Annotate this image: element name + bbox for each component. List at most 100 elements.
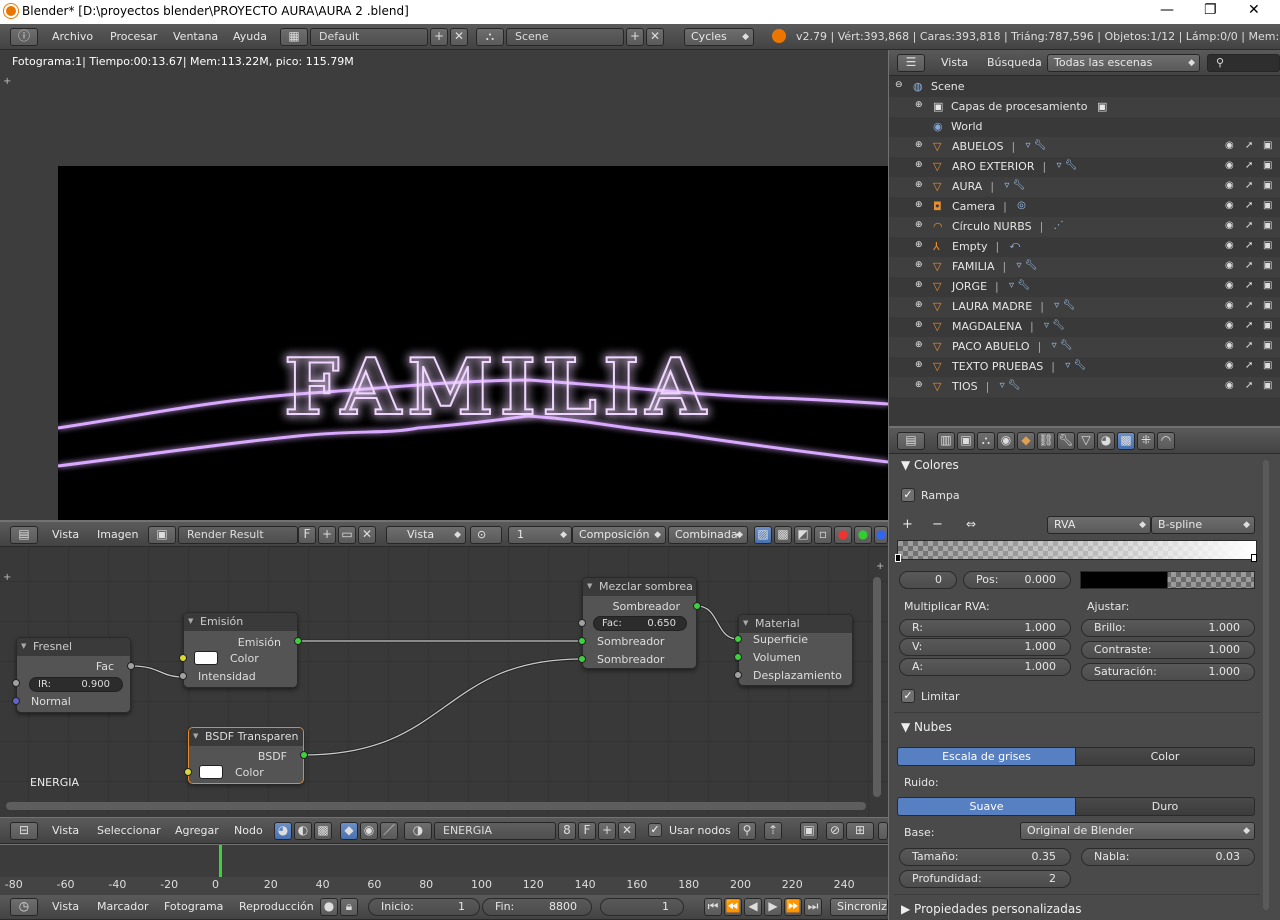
expand-icon[interactable]: ⊕ — [915, 200, 923, 210]
material-browse-icon[interactable]: ◑ — [404, 822, 432, 840]
red-channel-icon[interactable]: ● — [834, 526, 852, 544]
fresnel-fac-socket[interactable] — [127, 662, 135, 670]
mesh-data-modifier-icon[interactable]: ▿ 🔧︎ — [1044, 320, 1065, 331]
mix-input-2-socket[interactable] — [578, 655, 586, 663]
cursor-icon[interactable]: ➚ — [1245, 380, 1253, 391]
mesh-data-modifier-icon[interactable]: ▿ 🔧︎ — [1052, 340, 1073, 351]
alpha-icon[interactable]: ▩ — [774, 526, 792, 544]
mix-input-1-socket[interactable] — [578, 637, 586, 645]
camera-render-icon[interactable]: ▣ — [1263, 260, 1272, 271]
snap-element-icon[interactable]: ⊞ — [846, 822, 874, 840]
eye-icon[interactable]: ◉ — [1225, 240, 1234, 251]
editor-type-image-icon[interactable]: ▤ — [10, 526, 38, 544]
layout-selector[interactable]: Default — [310, 28, 428, 46]
cursor-icon[interactable]: ➚ — [1245, 340, 1253, 351]
editor-type-timeline-icon[interactable]: ◷ — [10, 898, 38, 916]
z-buffer-icon[interactable]: ◩ — [794, 526, 812, 544]
properties-scrollbar[interactable] — [1263, 460, 1269, 910]
new-material-icon[interactable]: + — [598, 822, 616, 840]
remove-scene-icon[interactable]: ✕ — [646, 28, 664, 46]
prev-keyframe-icon[interactable]: ⏪ — [724, 898, 742, 916]
layer-dropdown[interactable]: Composición ◆ — [572, 526, 666, 544]
add-stop-icon[interactable]: + — [902, 517, 913, 532]
linestyle-icon[interactable]: ／ — [380, 822, 398, 840]
color-toggle[interactable]: Color — [1075, 747, 1255, 766]
play-icon[interactable]: ▶ — [764, 898, 782, 916]
camera-render-icon[interactable]: ▣ — [1263, 300, 1272, 311]
close-icon[interactable]: ✕ — [1248, 2, 1260, 18]
noise-basis-dropdown[interactable]: Original de Blender ◆ — [1020, 822, 1255, 840]
cursor-icon[interactable]: ➚ — [1245, 140, 1253, 151]
colores-panel-header[interactable]: ▼ Colores — [901, 458, 959, 472]
outliner-object-row[interactable]: ⊕ ▽ JORGE ◉ ➚ ▣ | ▿ 🔧︎ — [889, 277, 1280, 297]
menu-ayuda[interactable]: Ayuda — [233, 30, 267, 43]
menu-reproduccion[interactable]: Reproducción — [239, 900, 314, 913]
outliner-object-row[interactable]: ⊕ ▽ MAGDALENA ◉ ➚ ▣ | ▿ 🔧︎ — [889, 317, 1280, 337]
alpha-field[interactable]: A: 1.000 — [899, 658, 1071, 676]
camera-render-icon[interactable]: ▣ — [1263, 340, 1272, 351]
camera-render-icon[interactable]: ▣ — [1263, 160, 1272, 171]
camera-render-icon[interactable]: ▣ — [1263, 280, 1272, 291]
transparent-color-socket[interactable] — [184, 768, 192, 776]
image-browse-icon[interactable]: ▣ — [148, 526, 176, 544]
lock-icon[interactable]: 🔒︎ — [340, 898, 358, 916]
stop-index-field[interactable]: 0 — [899, 571, 957, 589]
green-channel-icon[interactable]: ● — [854, 526, 872, 544]
nubes-panel-header[interactable]: ▼ Nubes — [901, 720, 952, 734]
vertical-scrollbar[interactable] — [873, 577, 881, 797]
editor-type-properties-icon[interactable]: ▤ — [897, 432, 925, 450]
menu-ventana[interactable]: Ventana — [173, 30, 218, 43]
new-image-icon[interactable]: + — [318, 526, 336, 544]
data-tab-icon[interactable]: ▽ — [1077, 432, 1095, 450]
scene-tab-icon[interactable]: ⛬ — [977, 432, 995, 450]
material-name-field[interactable]: ENERGIA — [434, 822, 556, 840]
overflow-icon[interactable] — [878, 822, 888, 840]
view-mode-dropdown[interactable]: Vista ◆ — [386, 526, 466, 544]
eye-icon[interactable]: ◉ — [1225, 200, 1234, 211]
editor-type-outliner-icon[interactable]: ☰ — [897, 54, 925, 72]
expand-icon[interactable]: ⊕ — [915, 360, 923, 370]
render-layers-tab-icon[interactable]: ▣ — [957, 432, 975, 450]
channel-icon[interactable]: ▫ — [814, 526, 832, 544]
contrast-field[interactable]: Contraste: 1.000 — [1081, 641, 1255, 659]
custom-props-panel-header[interactable]: ▶ Propiedades personalizadas — [901, 902, 1081, 916]
eye-icon[interactable]: ◉ — [1225, 300, 1234, 311]
material-surface-socket[interactable] — [734, 635, 742, 643]
material-users-count[interactable]: 8 — [558, 822, 576, 840]
expand-icon[interactable]: ⊕ — [915, 260, 923, 270]
image-editor-area[interactable]: Fotograma:1| Tiempo:00:13.67| Mem:113.22… — [0, 50, 888, 520]
camera-render-icon[interactable]: ▣ — [1263, 360, 1272, 371]
camera-render-icon[interactable]: ▣ — [1263, 200, 1272, 211]
ramp-stop-white[interactable] — [1251, 554, 1257, 562]
collapse-icon[interactable]: ⊖ — [895, 80, 903, 90]
remove-layout-icon[interactable]: ✕ — [450, 28, 468, 46]
screen-layout-icon[interactable]: ▦ — [280, 28, 308, 46]
nabla-field[interactable]: Nabla: 0.03 — [1081, 848, 1255, 866]
eye-icon[interactable]: ◉ — [1225, 320, 1234, 331]
outliner-object-row[interactable]: ⊕ ▽ LAURA MADRE ◉ ➚ ▣ | ▿ 🔧︎ — [889, 297, 1280, 317]
cursor-icon[interactable]: ➚ — [1245, 240, 1253, 251]
fresnel-ior-field[interactable]: IR: 0.900 — [29, 677, 123, 692]
color-ramp-widget[interactable] — [897, 540, 1257, 560]
material-volume-socket[interactable] — [734, 653, 742, 661]
menu-vista[interactable]: Vista — [941, 56, 968, 69]
outliner-object-row[interactable]: ⊕ ▽ PACO ABUELO ◉ ➚ ▣ | ▿ 🔧︎ — [889, 337, 1280, 357]
scene-selector[interactable]: Scene — [506, 28, 624, 46]
curve-data-icon[interactable]: ⋰ — [1054, 220, 1064, 231]
fresnel-node-title[interactable]: Fresnel — [17, 638, 130, 656]
emission-color-swatch[interactable] — [194, 651, 218, 665]
mesh-data-modifier-icon[interactable]: ▿ 🔧︎ — [1000, 380, 1021, 391]
mix-output-socket[interactable] — [693, 602, 701, 610]
clamp-checkbox[interactable]: ✓ — [901, 689, 915, 703]
expand-icon[interactable]: ⊕ — [915, 300, 923, 310]
menu-nodo[interactable]: Nodo — [234, 824, 263, 837]
shader-nodes-icon[interactable]: ◕ — [274, 822, 292, 840]
eye-icon[interactable]: ◉ — [1225, 160, 1234, 171]
soft-noise-toggle[interactable]: Suave — [897, 797, 1076, 816]
unlink-material-icon[interactable]: ✕ — [618, 822, 636, 840]
hard-noise-toggle[interactable]: Duro — [1075, 797, 1255, 816]
outliner-object-row[interactable]: ⊕ ◘ Camera ◉ ➚ ▣ | ◎ — [889, 197, 1280, 217]
jump-end-icon[interactable]: ⏭ — [804, 898, 822, 916]
emission-node-title[interactable]: Emisión — [184, 613, 297, 631]
transparent-output-socket[interactable] — [300, 751, 308, 759]
